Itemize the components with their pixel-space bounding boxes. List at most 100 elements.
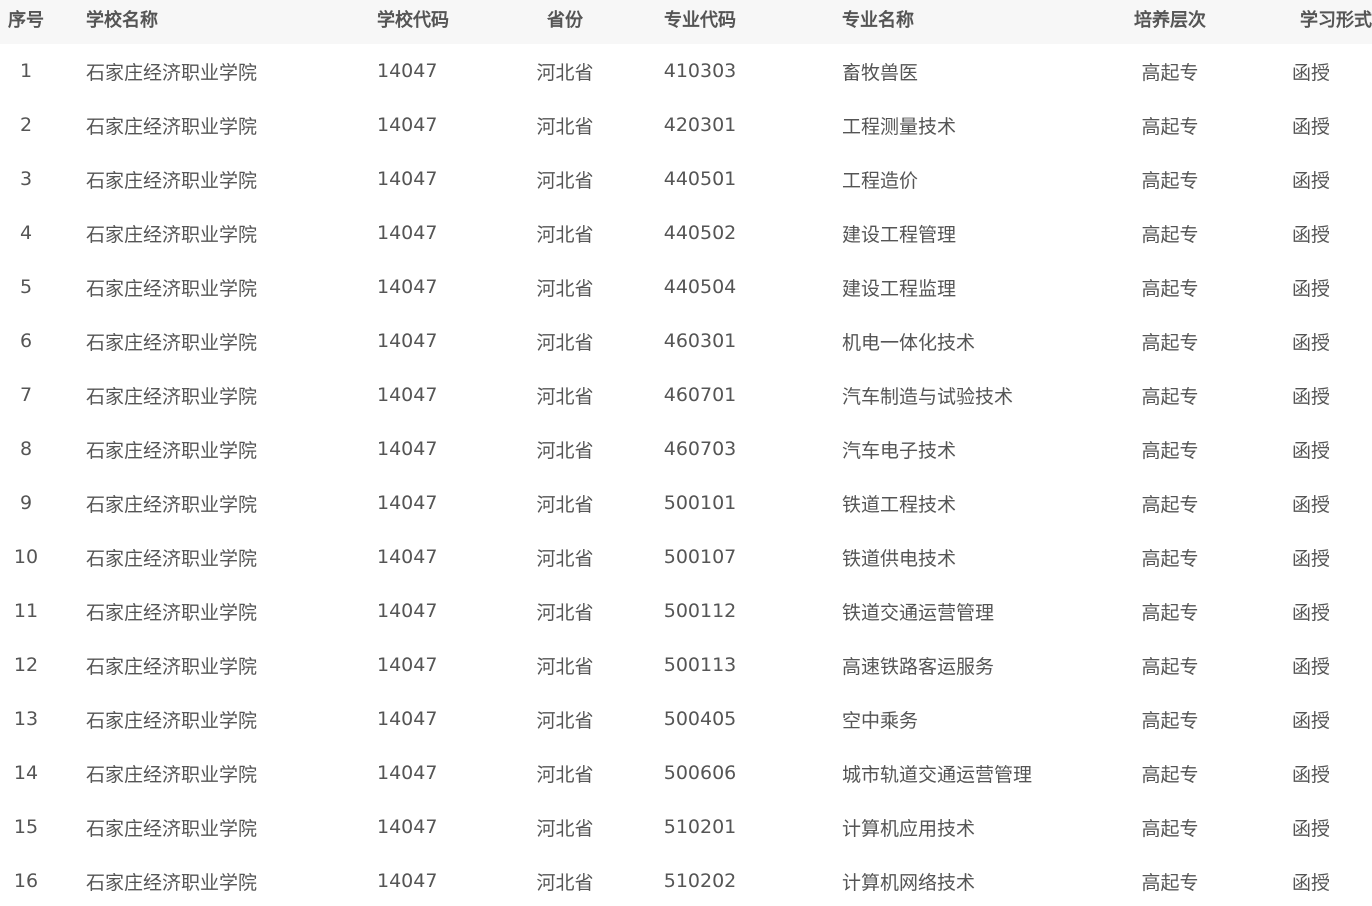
cell-school-name: 石家庄经济职业学院 [86,223,258,246]
cell-index: 3 [19,168,33,190]
cell-school-code: 14047 [377,708,438,730]
cell-level: 高起专 [1141,439,1199,462]
cell-province: 河北省 [536,439,594,462]
cell-school-code: 14047 [377,168,438,190]
table-header: 序号 学校名称 学校代码 省份 专业代码 专业名称 培养层次 学习形式 [0,0,1372,44]
cell-major-code: 500405 [663,708,737,730]
table-row: 5 石家庄经济职业学院 14047 河北省 440504 建设工程监理 高起专 函授 [0,260,1372,314]
cell-school-name: 石家庄经济职业学院 [86,655,258,678]
cell-school-name: 石家庄经济职业学院 [86,169,258,192]
cell-major-code: 440501 [663,168,737,190]
cell-school-name: 石家庄经济职业学院 [86,61,258,84]
cell-index: 9 [19,492,33,514]
header-province: 省份 [547,10,583,31]
cell-major-code: 510202 [663,870,737,892]
header-major-code: 专业代码 [664,10,736,31]
header-study-form: 学习形式 [1300,10,1372,31]
cell-province: 河北省 [536,223,594,246]
cell-major-name: 汽车制造与试验技术 [842,385,1014,408]
cell-major-name: 铁道交通运营管理 [842,601,995,624]
cell-major-code: 460703 [663,438,737,460]
cell-province: 河北省 [536,763,594,786]
cell-index: 1 [19,60,33,82]
cell-major-name: 空中乘务 [842,709,919,732]
cell-level: 高起专 [1141,547,1199,570]
cell-province: 河北省 [536,601,594,624]
cell-index: 5 [19,276,33,298]
cell-province: 河北省 [536,871,594,894]
cell-index: 10 [13,546,39,568]
cell-major-code: 460701 [663,384,737,406]
cell-major-code: 500101 [663,492,737,514]
cell-study-form: 函授 [1291,385,1330,408]
cell-school-name: 石家庄经济职业学院 [86,709,258,732]
cell-province: 河北省 [536,277,594,300]
cell-school-code: 14047 [377,600,438,622]
cell-province: 河北省 [536,655,594,678]
table-row: 16 石家庄经济职业学院 14047 河北省 510202 计算机网络技术 高起专 函授 [0,854,1372,906]
cell-province: 河北省 [536,61,594,84]
cell-major-name: 铁道工程技术 [842,493,957,516]
cell-school-code: 14047 [377,438,438,460]
cell-study-form: 函授 [1291,547,1330,570]
header-major-name: 专业名称 [842,10,914,31]
table-row: 15 石家庄经济职业学院 14047 河北省 510201 计算机应用技术 高起专 函授 [0,800,1372,854]
cell-school-code: 14047 [377,222,438,244]
table-row: 4 石家庄经济职业学院 14047 河北省 440502 建设工程管理 高起专 函授 [0,206,1372,260]
cell-study-form: 函授 [1291,115,1330,138]
table-row: 13 石家庄经济职业学院 14047 河北省 500405 空中乘务 高起专 函授 [0,692,1372,746]
cell-level: 高起专 [1141,601,1199,624]
cell-province: 河北省 [536,331,594,354]
cell-level: 高起专 [1141,331,1199,354]
cell-major-name: 计算机应用技术 [842,817,976,840]
cell-level: 高起专 [1141,277,1199,300]
header-index: 序号 [8,10,44,31]
cell-index: 16 [13,870,39,892]
cell-school-code: 14047 [377,816,438,838]
cell-major-name: 工程测量技术 [842,115,957,138]
cell-school-code: 14047 [377,654,438,676]
cell-study-form: 函授 [1291,493,1330,516]
cell-province: 河北省 [536,493,594,516]
cell-major-name: 机电一体化技术 [842,331,976,354]
cell-major-code: 500606 [663,762,737,784]
cell-level: 高起专 [1141,169,1199,192]
cell-index: 4 [19,222,33,244]
cell-school-name: 石家庄经济职业学院 [86,493,258,516]
cell-school-code: 14047 [377,492,438,514]
cell-index: 7 [19,384,33,406]
cell-study-form: 函授 [1291,223,1330,246]
cell-school-code: 14047 [377,60,438,82]
cell-province: 河北省 [536,547,594,570]
table-row: 7 石家庄经济职业学院 14047 河北省 460701 汽车制造与试验技术 高起专 函授 [0,368,1372,422]
table-row: 2 石家庄经济职业学院 14047 河北省 420301 工程测量技术 高起专 函授 [0,98,1372,152]
cell-school-code: 14047 [377,870,438,892]
cell-major-code: 500112 [663,600,737,622]
cell-major-code: 420301 [663,114,737,136]
majors-table: 序号 学校名称 学校代码 省份 专业代码 专业名称 培养层次 学习形式 1 石家庄… [0,0,1372,906]
table-row: 9 石家庄经济职业学院 14047 河北省 500101 铁道工程技术 高起专 函授 [0,476,1372,530]
cell-major-name: 畜牧兽医 [842,61,919,84]
table-row: 14 石家庄经济职业学院 14047 河北省 500606 城市轨道交通运营管理 高起专 函授 [0,746,1372,800]
cell-index: 6 [19,330,33,352]
cell-major-code: 510201 [663,816,737,838]
cell-study-form: 函授 [1291,655,1330,678]
cell-index: 8 [19,438,33,460]
cell-major-name: 计算机网络技术 [842,871,976,894]
cell-level: 高起专 [1141,493,1199,516]
table-row: 3 石家庄经济职业学院 14047 河北省 440501 工程造价 高起专 函授 [0,152,1372,206]
cell-province: 河北省 [536,709,594,732]
cell-school-name: 石家庄经济职业学院 [86,385,258,408]
cell-school-name: 石家庄经济职业学院 [86,817,258,840]
cell-level: 高起专 [1141,655,1199,678]
cell-level: 高起专 [1141,385,1199,408]
cell-major-name: 建设工程监理 [842,277,957,300]
cell-major-name: 高速铁路客运服务 [842,655,995,678]
cell-study-form: 函授 [1291,601,1330,624]
table-row: 10 石家庄经济职业学院 14047 河北省 500107 铁道供电技术 高起专 函授 [0,530,1372,584]
cell-major-code: 410303 [663,60,737,82]
cell-level: 高起专 [1141,61,1199,84]
cell-level: 高起专 [1141,709,1199,732]
cell-school-code: 14047 [377,330,438,352]
header-level: 培养层次 [1134,10,1206,31]
